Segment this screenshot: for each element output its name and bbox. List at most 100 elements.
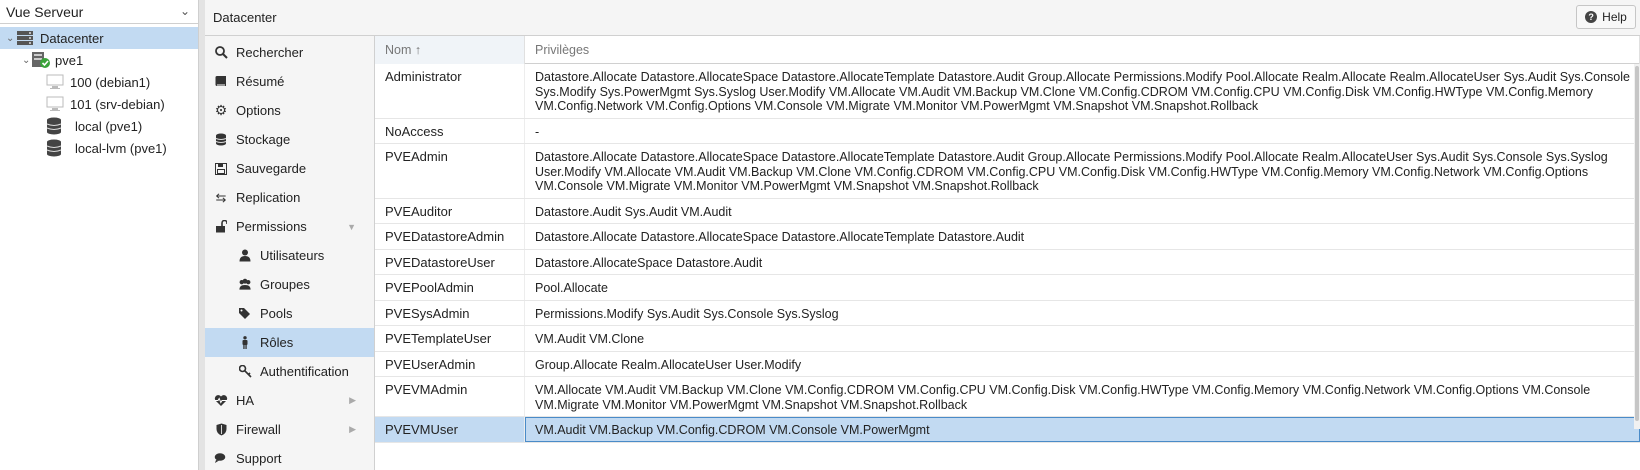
tree-item-node-pve1[interactable]: ⌄ pve1 (0, 49, 198, 71)
menu-item-replication[interactable]: ⇆ Replication (205, 183, 374, 212)
view-selector-value: Vue Serveur (6, 3, 84, 20)
database-icon (46, 139, 64, 157)
privileges-cell: VM.Audit VM.Backup VM.Config.CDROM VM.Co… (525, 417, 1640, 442)
menu-item-summary[interactable]: Résumé (205, 67, 374, 96)
menu-item-permissions[interactable]: Permissions ▼ (205, 212, 374, 241)
scrollbar-thumb[interactable] (1635, 66, 1639, 421)
table-row[interactable]: PVEUserAdmin Group.Allocate Realm.Allocat… (375, 351, 1640, 377)
table-row-selected[interactable]: PVEVMUser VM.Audit VM.Backup VM.Config.CD… (375, 417, 1640, 443)
tree-item-label: Datacenter (40, 30, 104, 46)
table-row[interactable]: NoAccess - (375, 118, 1640, 144)
key-icon (238, 365, 252, 379)
help-button-label: Help (1602, 10, 1627, 24)
tree-item-vm-100[interactable]: 100 (debian1) (0, 71, 198, 93)
tree-item-storage-local[interactable]: local (pve1) (0, 115, 198, 137)
roles-grid: Nom ↑ Privilèges Administrator Datastore.… (374, 36, 1640, 470)
menu-item-label: Rechercher (236, 45, 304, 60)
help-button[interactable]: ? Help (1576, 5, 1636, 29)
menu-item-label: Permissions (236, 219, 307, 234)
grid-body: Administrator Datastore.Allocate Datastor… (375, 64, 1640, 443)
database-icon (46, 117, 64, 135)
search-icon (214, 46, 228, 60)
expand-arrow-icon[interactable]: ▶ (349, 395, 356, 406)
menu-item-backup[interactable]: Sauvegarde (205, 154, 374, 183)
menu-item-label: Firewall (236, 422, 281, 437)
vm-monitor-icon (46, 74, 64, 90)
menu-item-label: Sauvegarde (236, 161, 307, 176)
menu-item-firewall[interactable]: Firewall ▶ (205, 415, 374, 444)
database-icon (214, 133, 228, 147)
users-icon (238, 278, 252, 292)
menu-item-pools[interactable]: Pools (205, 299, 374, 328)
menu-item-label: HA (236, 393, 255, 408)
table-row[interactable]: PVEAdmin Datastore.Allocate Datastore.All… (375, 144, 1640, 199)
user-icon (238, 249, 252, 263)
shield-icon (214, 423, 228, 437)
menu-item-search[interactable]: Rechercher (205, 38, 374, 67)
menu-item-options[interactable]: ⚙ Options (205, 96, 374, 125)
floppy-disk-icon (214, 162, 228, 176)
tree-item-label: 100 (debian1) (70, 74, 151, 90)
resource-tree-panel: Vue Serveur ⌄ ⌄ Datacenter ⌄ pve1 100 (d… (0, 0, 199, 470)
menu-item-storage[interactable]: Stockage (205, 125, 374, 154)
role-name-cell: PVEAuditor (375, 198, 525, 223)
menu-item-label: Pools (260, 306, 293, 321)
content-header: Datacenter ? Help (205, 0, 1640, 36)
role-name-cell: PVEDatastoreUser (375, 249, 525, 274)
role-name-cell: PVEDatastoreAdmin (375, 224, 525, 249)
menu-item-groups[interactable]: Groupes (205, 270, 374, 299)
role-name-cell: PVEAdmin (375, 144, 525, 198)
privileges-cell: VM.Allocate VM.Audit VM.Backup VM.Clone … (535, 383, 1591, 412)
heartbeat-icon (214, 394, 228, 408)
expand-arrow-icon[interactable]: ▶ (349, 424, 356, 435)
menu-item-authentication[interactable]: Authentification (205, 357, 374, 386)
tags-icon (238, 307, 252, 321)
role-name-cell: Administrator (375, 64, 525, 118)
tree-item-label: 101 (srv-debian) (70, 96, 165, 112)
tree-item-storage-local-lvm[interactable]: local-lvm (pve1) (0, 137, 198, 159)
menu-item-label: Rôles (260, 335, 294, 350)
chevron-down-icon[interactable]: ⌄ (180, 4, 190, 18)
table-row[interactable]: PVEDatastoreAdmin Datastore.Allocate Data… (375, 224, 1640, 250)
tree-item-vm-101[interactable]: 101 (srv-debian) (0, 93, 198, 115)
view-selector[interactable]: Vue Serveur ⌄ (0, 0, 198, 24)
role-name-cell: PVEUserAdmin (375, 351, 525, 376)
datacenter-nav-menu: Rechercher Résumé ⚙ Options Stockage Sau… (205, 38, 374, 470)
privileges-cell: Pool.Allocate (535, 281, 608, 295)
table-row[interactable]: PVESysAdmin Permissions.Modify Sys.Audit … (375, 300, 1640, 326)
tree-item-label: pve1 (55, 52, 84, 68)
collapse-icon[interactable]: ⌄ (6, 33, 14, 44)
table-row[interactable]: PVEAuditor Datastore.Audit Sys.Audit VM.A… (375, 198, 1640, 224)
privileges-cell: Datastore.Allocate Datastore.AllocateSpa… (535, 70, 1630, 113)
role-name-cell: PVESysAdmin (375, 300, 525, 325)
menu-item-users[interactable]: Utilisateurs (205, 241, 374, 270)
column-header-name[interactable]: Nom ↑ (375, 36, 525, 64)
menu-item-roles[interactable]: Rôles (205, 328, 374, 357)
menu-item-support[interactable]: Support (205, 444, 374, 470)
page-title: Datacenter (213, 10, 277, 25)
male-person-icon (238, 336, 252, 350)
table-row[interactable]: PVEPoolAdmin Pool.Allocate (375, 275, 1640, 301)
privileges-cell: Permissions.Modify Sys.Audit Sys.Console… (535, 306, 839, 321)
menu-item-ha[interactable]: HA ▶ (205, 386, 374, 415)
privileges-cell: VM.Audit VM.Clone (535, 332, 645, 346)
privileges-cell: Datastore.Allocate Datastore.AllocateSpa… (535, 230, 1025, 244)
table-row[interactable]: PVEDatastoreUser Datastore.AllocateSpace … (375, 249, 1640, 275)
privileges-cell: Datastore.Allocate Datastore.AllocateSpa… (535, 150, 1608, 193)
unlock-icon (214, 220, 228, 234)
menu-item-label: Replication (236, 190, 301, 205)
privileges-cell: Datastore.AllocateSpace Datastore.Audit (535, 255, 763, 270)
vertical-scrollbar[interactable] (1634, 64, 1640, 429)
menu-item-label: Support (236, 451, 282, 466)
column-header-privileges[interactable]: Privilèges (525, 36, 1640, 64)
tree-item-datacenter[interactable]: ⌄ Datacenter (0, 27, 198, 49)
privileges-cell: - (535, 124, 540, 139)
menu-item-label: Résumé (236, 74, 285, 89)
table-row[interactable]: PVETemplateUser VM.Audit VM.Clone (375, 326, 1640, 352)
menu-item-label: Utilisateurs (260, 248, 325, 263)
table-row[interactable]: PVEVMAdmin VM.Allocate VM.Audit VM.Backup… (375, 377, 1640, 417)
collapse-arrow-icon[interactable]: ▼ (347, 222, 356, 232)
book-icon (214, 75, 228, 89)
table-row[interactable]: Administrator Datastore.Allocate Datastor… (375, 64, 1640, 119)
collapse-icon[interactable]: ⌄ (22, 55, 30, 66)
